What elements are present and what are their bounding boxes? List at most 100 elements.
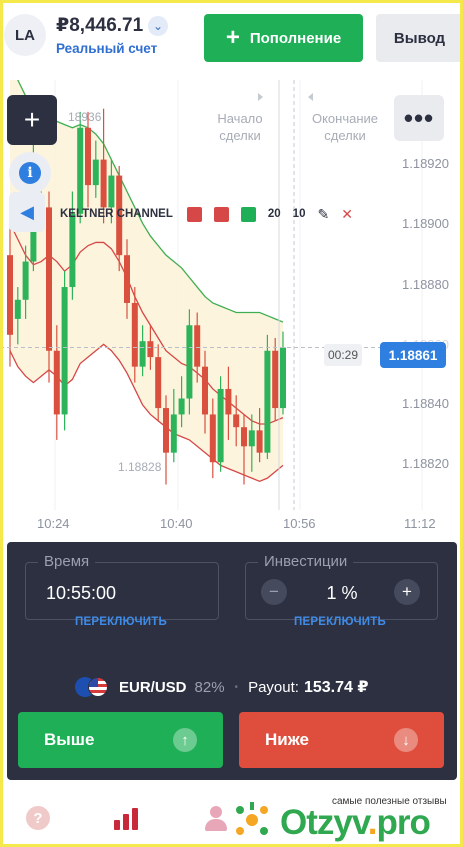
- trade-panel: Время 10:55:00 ПЕРЕКЛЮЧИТЬ Инвестиции − …: [7, 542, 457, 780]
- candle-body: [217, 388, 224, 463]
- info-icon: i: [19, 162, 41, 184]
- account-type-label[interactable]: Реальный счет: [56, 41, 157, 56]
- chart-canvas: [0, 80, 423, 510]
- y-tick-label: 1.18920: [402, 156, 449, 171]
- indicator-legend: KELTNER CHANNEL 20 10 ✎ ✕: [60, 204, 353, 224]
- avatar[interactable]: LA: [4, 14, 46, 56]
- candle-body: [14, 299, 21, 319]
- candle-body: [139, 341, 146, 367]
- candle-body: [163, 408, 169, 453]
- triangle-left-icon: ◀: [20, 201, 34, 222]
- deposit-button[interactable]: + Пополнение: [204, 14, 363, 62]
- time-switch-link[interactable]: ПЕРЕКЛЮЧИТЬ: [75, 616, 167, 628]
- candle-body: [7, 255, 13, 335]
- indicator-color-swatch[interactable]: [186, 206, 202, 222]
- y-tick-label: 1.18880: [402, 277, 449, 292]
- info-button[interactable]: i: [9, 152, 51, 194]
- asset-name: EUR/USD: [119, 678, 187, 696]
- chevron-down-icon[interactable]: ⌄: [148, 16, 168, 36]
- deal-start-label: Начало сделки: [217, 111, 263, 143]
- asset-info-row[interactable]: EUR/USD 82% • Payout: 153.74 ₽: [75, 676, 368, 698]
- session-low-label: 1.18828: [118, 460, 162, 474]
- profile-nav-icon[interactable]: [204, 806, 228, 832]
- expiry-time-label: Время: [38, 553, 96, 570]
- candle-body: [225, 388, 232, 415]
- indicator-period: 20: [267, 208, 281, 220]
- candle-body: [202, 366, 208, 415]
- down-button-label: Ниже: [265, 730, 310, 749]
- y-tick-label: 1.18820: [402, 456, 449, 471]
- withdraw-button[interactable]: Вывод: [376, 14, 463, 62]
- candle-body: [170, 414, 177, 453]
- indicator-color-swatch[interactable]: [240, 206, 256, 222]
- collapse-indicators-button[interactable]: ◀: [9, 192, 45, 232]
- expiry-time-value: 10:55:00: [46, 583, 117, 603]
- arrow-down-icon: ↓: [394, 728, 418, 752]
- plus-icon: +: [225, 24, 240, 51]
- expiry-time-field[interactable]: Время 10:55:00: [25, 553, 219, 620]
- candle-body: [209, 414, 216, 463]
- x-tick-label: 10:56: [283, 516, 316, 531]
- deal-start-marker-icon: [258, 93, 263, 101]
- trading-nav-icon[interactable]: [113, 808, 141, 830]
- buy-down-button[interactable]: Ниже ↓: [239, 712, 444, 768]
- indicator-name: KELTNER CHANNEL: [60, 208, 173, 220]
- candle-body: [22, 261, 29, 300]
- candle-body: [100, 159, 107, 208]
- more-options-button[interactable]: •••: [394, 95, 444, 141]
- payout-label: Payout:: [248, 678, 299, 696]
- close-icon[interactable]: ✕: [341, 206, 353, 223]
- candle-body: [85, 127, 91, 186]
- deposit-button-label: Пополнение: [249, 29, 342, 47]
- x-tick-label: 10:40: [160, 516, 193, 531]
- increase-investment-button[interactable]: +: [394, 579, 420, 605]
- candle-body: [124, 255, 130, 303]
- watermark-brand: Otzyv.pro: [280, 803, 431, 842]
- candle-body: [77, 127, 84, 214]
- candle-body: [233, 414, 240, 428]
- candle-body: [92, 159, 99, 186]
- candle-body: [241, 427, 247, 447]
- session-high-label: 18936: [68, 110, 102, 124]
- pencil-icon[interactable]: ✎: [317, 206, 329, 223]
- payout-value: 153.74 ₽: [303, 679, 369, 696]
- candle-body: [46, 207, 52, 351]
- y-tick-label: 1.18840: [402, 396, 449, 411]
- decrease-investment-button[interactable]: −: [261, 579, 287, 605]
- investment-label: Инвестиции: [258, 553, 354, 570]
- balance-amount[interactable]: ₽8,446.71: [56, 14, 143, 37]
- help-icon[interactable]: ?: [26, 806, 50, 830]
- candle-body: [53, 350, 60, 415]
- otzyv-logo-icon: [236, 802, 268, 835]
- candle-body: [131, 302, 138, 367]
- investment-field[interactable]: Инвестиции − 1 % +: [245, 553, 438, 620]
- deal-end-label: Окончание сделки: [311, 111, 379, 143]
- candle-body: [178, 398, 185, 415]
- candle-body: [147, 341, 154, 358]
- eur-usd-flags-icon: [75, 677, 111, 697]
- buy-up-button[interactable]: Выше ↑: [18, 712, 223, 768]
- countdown-tag: 00:29: [324, 344, 362, 366]
- candle-body: [264, 350, 271, 453]
- separator-dot: •: [234, 681, 239, 693]
- indicator-multiplier: 10: [292, 208, 306, 220]
- candle-body: [69, 213, 76, 288]
- candle-body: [248, 430, 255, 447]
- candle-body: [108, 175, 115, 208]
- price-chart[interactable]: 1.18920 1.18900 1.18880 1.18860 1.18840 …: [0, 80, 463, 540]
- add-indicator-button[interactable]: +: [7, 95, 57, 145]
- investment-switch-link[interactable]: ПЕРЕКЛЮЧИТЬ: [294, 616, 386, 628]
- up-button-label: Выше: [44, 730, 95, 749]
- candle-body: [272, 350, 279, 409]
- candle-body: [186, 325, 193, 399]
- otzyv-watermark: самые полезные отзывы Otzyv.pro: [232, 796, 463, 847]
- arrow-up-icon: ↑: [173, 728, 197, 752]
- current-price-tag: 1.18861: [380, 342, 446, 368]
- indicator-color-swatch[interactable]: [213, 206, 229, 222]
- candle-body: [61, 287, 68, 415]
- candle-body: [256, 430, 263, 453]
- candle-body: [194, 325, 201, 367]
- x-tick-label: 11:12: [404, 516, 436, 531]
- candle-body: [280, 347, 286, 409]
- candle-body: [155, 357, 162, 409]
